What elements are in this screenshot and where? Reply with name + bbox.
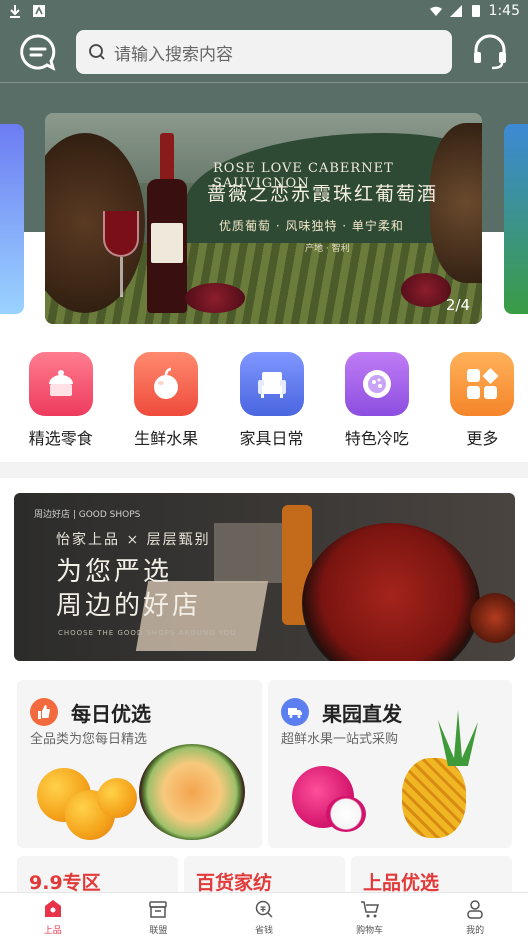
tab-label: 省钱 [254,926,273,936]
tab-profile[interactable]: 我的 [422,893,528,938]
category-label: 更多 [466,429,499,448]
battery-icon [471,5,480,17]
top-bar: 请输入搜索内容 [0,26,528,82]
grid-more-icon [450,352,515,416]
search-input[interactable]: 请输入搜索内容 [114,40,233,65]
promo-headline-1: 为您严选 [56,557,173,587]
peach-image [97,778,137,818]
bottom-tab-bar: 上品 联盟 省钱 购物车 我的 [0,892,528,938]
daily-picks-card[interactable]: 每日优选 全品类为您每日精选 [17,680,262,848]
home-icon [44,900,61,917]
wine-glass-stem [120,257,123,297]
cake-icon [28,352,93,416]
search-money-icon [255,900,273,918]
tab-home[interactable]: 上品 [0,893,106,938]
mini-card-premium[interactable]: 上品优选 [351,856,512,896]
card-title: 每日优选 [71,702,151,726]
wine-bottle-image [147,133,187,313]
tab-alliance[interactable]: 联盟 [106,893,212,938]
truck-icon [281,698,309,726]
cart-icon [360,901,379,918]
category-fruit[interactable]: 生鲜水果 [120,350,211,454]
chili-bowl-image [470,593,515,643]
category-label: 生鲜水果 [134,429,199,448]
notification-icon [33,5,45,17]
grapes-image [401,273,451,307]
card-subtitle: 超鲜水果一站式采购 [281,732,399,747]
category-furniture[interactable]: 家具日常 [226,350,317,454]
category-label: 家具日常 [239,429,304,448]
app-screen: 1:45 请输入搜索内容 ROSE LOVE CABERNET SAUVIGNO… [0,0,528,938]
category-label: 特色冷吃 [344,429,409,448]
promo-shop-tag: 周边好店 | GOOD SHOPS [34,510,141,520]
orchard-direct-card[interactable]: 果园直发 超鲜水果一站式采购 [268,680,512,848]
wine-banner[interactable]: ROSE LOVE CABERNET SAUVIGNON 蔷薇之恋赤霞珠红葡萄酒… [45,113,482,324]
download-icon [10,5,20,18]
tab-save-money[interactable]: 省钱 [211,893,317,938]
tab-label: 购物车 [356,926,384,936]
grapes-image [185,283,245,313]
banner-origin: 产地 · 智利 [305,244,350,254]
dish-icon [344,352,409,416]
pineapple-leaves-image [438,710,478,766]
mini-card-department[interactable]: 百货家纺 [184,856,345,896]
user-icon [467,900,483,919]
carousel-next-slide[interactable] [504,124,528,314]
melon-basket-image [139,744,245,840]
search-bar[interactable]: 请输入搜索内容 [76,30,452,74]
category-cold-dish[interactable]: 特色冷吃 [331,350,422,454]
signal-icon [449,5,462,17]
search-icon [89,44,105,60]
category-label: 精选零食 [28,429,93,448]
wine-glass-image [103,211,139,257]
banner-cn-title: 蔷薇之恋赤霞珠红葡萄酒 [207,183,439,205]
category-row: 精选零食 生鲜水果 家具日常 特色冷吃 更多 [0,350,528,454]
clock: 1:45 [488,3,520,19]
tab-label: 上品 [43,926,62,936]
carousel-counter: 2/4 [445,296,470,314]
mini-card-9-9[interactable]: 9.9专区 [17,856,178,896]
message-icon[interactable] [18,32,58,72]
status-bar: 1:45 [0,0,528,24]
promo-line: 怡家上品 × 层层甄别 [56,532,211,548]
mini-card-title: 上品优选 [363,872,440,894]
apple-icon [134,352,199,416]
wifi-icon [429,6,442,16]
card-title: 果园直发 [322,702,402,726]
tab-label: 我的 [466,926,485,936]
header-divider [0,82,528,83]
promo-headline-2: 周边的好店 [56,591,202,621]
card-subtitle: 全品类为您每日精选 [30,732,148,747]
pineapple-image [402,758,466,838]
sofa-icon [239,352,304,416]
tab-cart[interactable]: 购物车 [317,893,423,938]
category-more[interactable]: 更多 [437,350,528,454]
dragonfruit-cut-image [326,796,366,832]
promo-en-line: CHOOSE THE GOOD SHOPS AROUND YOU [58,629,237,637]
customer-service-icon[interactable] [470,32,510,72]
thumbs-up-icon [30,698,58,726]
mini-card-title: 百货家纺 [196,872,273,894]
mini-card-title: 9.9专区 [29,872,101,894]
hotpot-image [302,523,480,661]
carousel-prev-slide[interactable] [0,124,24,314]
shops-promo-banner[interactable]: 周边好店 | GOOD SHOPS 怡家上品 × 层层甄别 为您严选 周边的好店… [14,493,515,661]
shop-icon [149,901,168,918]
tab-label: 联盟 [149,926,168,936]
banner-tagline: 优质葡萄 · 风味独特 · 单宁柔和 [219,219,404,233]
category-snacks[interactable]: 精选零食 [15,350,106,454]
section-divider [0,462,528,478]
